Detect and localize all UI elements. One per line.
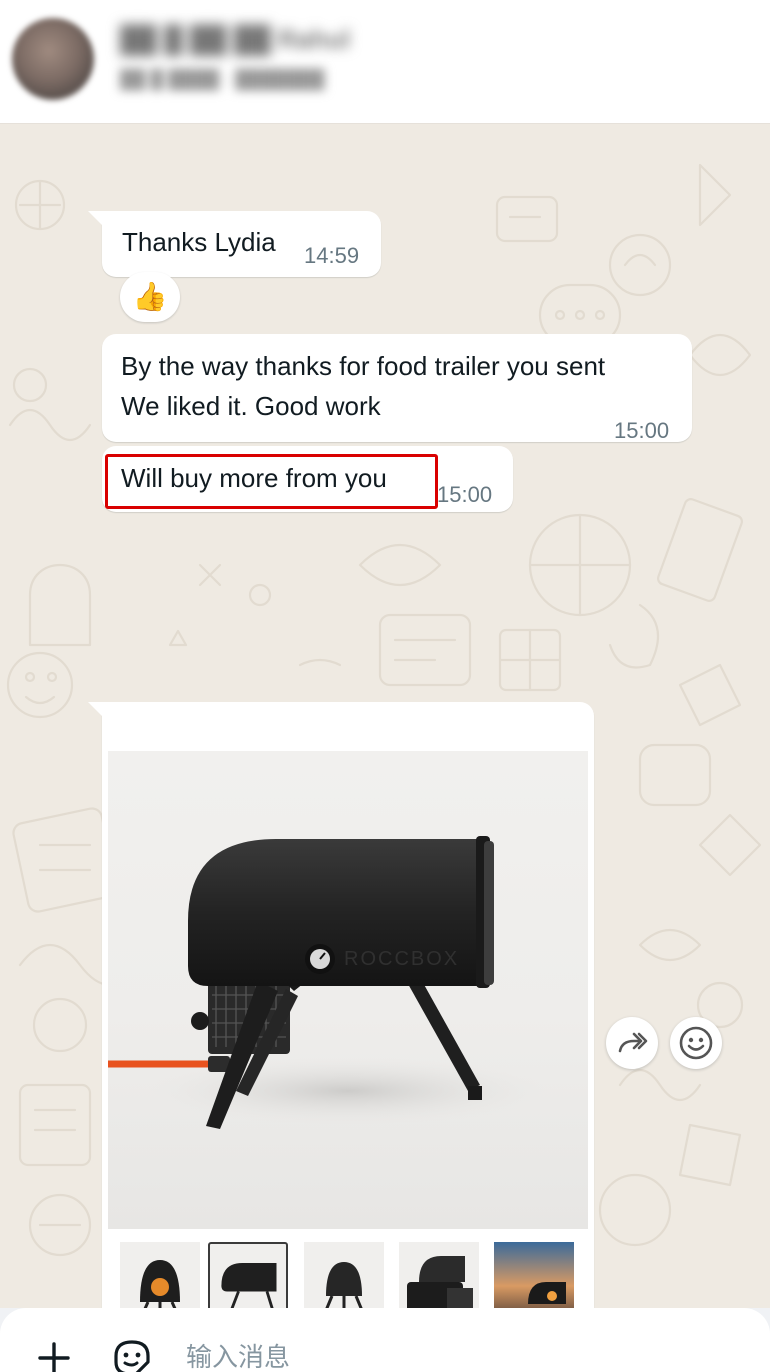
message-text: Thanks Lydia xyxy=(122,227,276,257)
thumbs-up-icon: 👍 xyxy=(132,280,168,313)
avatar[interactable] xyxy=(12,18,94,100)
chat-area[interactable]: Thanks Lydia 14:59 👍 By the way thanks f… xyxy=(0,125,770,1308)
sticker-button[interactable] xyxy=(110,1336,154,1372)
attach-button[interactable] xyxy=(32,1336,76,1372)
reaction-badge[interactable]: 👍 xyxy=(120,272,180,322)
message-text-line: By the way thanks for food trailer you s… xyxy=(121,351,606,381)
message-text-line: We liked it. Good work xyxy=(121,391,381,421)
product-brand: ROCCBOX xyxy=(344,948,459,970)
thumbnail-strip xyxy=(120,1242,590,1308)
message-timestamp: 15:00 xyxy=(437,482,493,507)
message-timestamp: 15:00 xyxy=(614,418,670,443)
highlight-annotation xyxy=(105,454,438,509)
message-bubble[interactable]: Thanks Lydia 14:59 xyxy=(88,211,381,277)
sticker-icon xyxy=(114,1340,150,1372)
plus-icon xyxy=(38,1342,70,1372)
pizza-oven-image: ROCCBOX xyxy=(108,836,548,1129)
product-photo[interactable]: ROCCBOX xyxy=(108,751,588,1229)
composer-bar xyxy=(0,1308,770,1372)
forward-icon xyxy=(618,1032,648,1053)
message-timestamp: 14:59 xyxy=(304,243,360,268)
chat-header: ██ █ ██ ██ Rahul ██ █ ████ · ███████ xyxy=(0,0,770,124)
thumbnail[interactable] xyxy=(399,1242,479,1308)
emoji-icon xyxy=(679,1026,713,1060)
react-button[interactable] xyxy=(670,1017,722,1069)
forward-button[interactable] xyxy=(606,1017,658,1069)
thumbnail[interactable] xyxy=(304,1242,384,1308)
message-composer xyxy=(0,1308,770,1372)
image-message-bubble[interactable]: ROCCBOX xyxy=(88,702,594,1308)
thumbnail[interactable] xyxy=(120,1242,200,1308)
message-bubble[interactable]: By the way thanks for food trailer you s… xyxy=(102,334,692,443)
message-input[interactable] xyxy=(186,1338,746,1372)
contact-status: ██ █ ████ · ███████ xyxy=(120,69,325,89)
contact-name[interactable]: ██ █ ██ ██ Rahul xyxy=(120,22,388,56)
thumbnail-selected[interactable] xyxy=(208,1242,288,1308)
thumbnail[interactable] xyxy=(494,1242,574,1308)
